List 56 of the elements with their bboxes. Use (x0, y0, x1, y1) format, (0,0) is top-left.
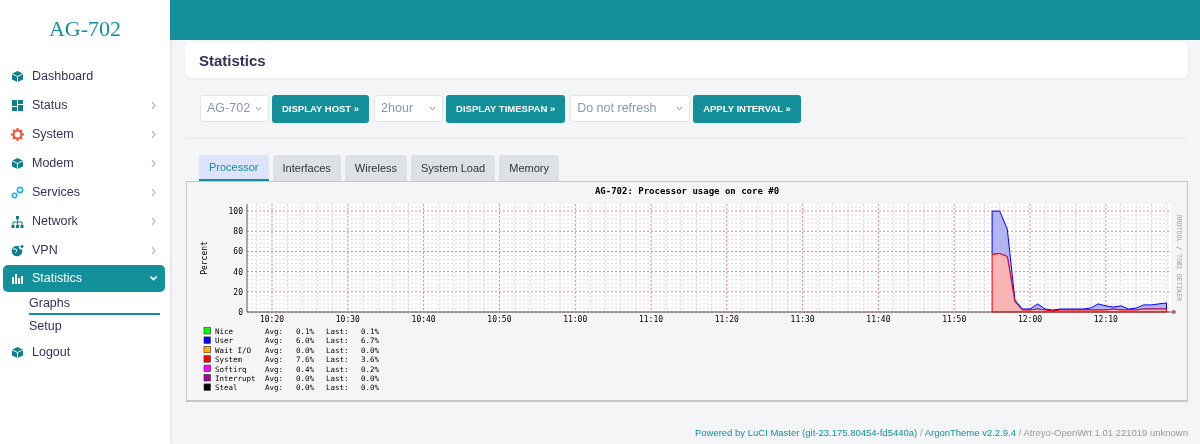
y-tick-label: 80 (233, 227, 243, 237)
menu-item[interactable]: Services (3, 178, 165, 207)
action-button[interactable]: APPLY INTERVAL » (693, 95, 801, 123)
y-axis-label: Percent (200, 241, 209, 275)
x-tick-label: 10:40 (411, 315, 436, 324)
tab[interactable]: Wireless (344, 155, 407, 181)
gear-icon (11, 128, 24, 141)
caret-icon (429, 106, 437, 111)
caret-icon (255, 106, 262, 111)
x-tick-label: 11:10 (638, 315, 664, 324)
y-tick-label: 60 (233, 247, 243, 257)
tab[interactable]: System Load (411, 155, 496, 181)
x-tick-label: 11:00 (563, 315, 588, 324)
footer-text: / (919, 427, 923, 438)
menu-item[interactable]: Dashboard (3, 62, 165, 91)
x-tick-label: 12:00 (1017, 315, 1043, 324)
bar-chart-icon (11, 272, 24, 285)
footer-text: / Atreyo-OpenWrt 1.01 221019 unknown (1018, 427, 1188, 438)
footer-link[interactable]: Powered by LuCI Master (git-23.175.80454-fd5440a) (694, 427, 918, 438)
submenu-item[interactable]: Setup (29, 315, 160, 338)
footer-link[interactable]: ArgonTheme v2.2.9.4 (924, 427, 1016, 438)
menu-item[interactable]: VPN (3, 236, 165, 265)
x-tick-label: 11:50 (942, 315, 967, 324)
tab[interactable]: Interfaces (272, 155, 341, 181)
menu-item[interactable]: Statistics (3, 265, 165, 292)
grid-icon (11, 99, 24, 112)
x-tick-label: 11:40 (866, 315, 891, 324)
page-title: Statistics (199, 51, 267, 71)
x-tick-label: 10:30 (335, 315, 360, 324)
action-button[interactable]: DISPLAY HOST » (272, 95, 370, 123)
menu-item[interactable]: Network (3, 207, 165, 236)
tab[interactable]: Memory (499, 155, 559, 181)
x-tick-label: 11:30 (790, 315, 815, 324)
y-tick-label: 40 (233, 267, 243, 277)
action-button[interactable]: DISPLAY TIMESPAN » (446, 95, 566, 123)
chart-title: AG-702: Processor usage on core #0 (594, 186, 780, 196)
caret-icon (676, 106, 684, 111)
x-tick-label: 10:20 (259, 315, 285, 324)
logo: AG-702 (47, 15, 123, 43)
menu-item[interactable]: Logout (3, 338, 165, 367)
menu-item[interactable]: Status (3, 91, 165, 120)
y-tick-label: 0 (238, 308, 243, 317)
menu-item[interactable]: Modem (3, 149, 165, 178)
x-tick-label: 10:50 (487, 315, 512, 324)
cube-icon (11, 346, 24, 359)
cube-icon (11, 157, 24, 170)
submenu-item[interactable]: Graphs (29, 292, 160, 315)
y-tick-label: 100 (228, 207, 243, 217)
gears-icon (11, 186, 24, 199)
network-icon (11, 215, 24, 228)
globe-icon (11, 244, 24, 257)
cube-icon (11, 70, 24, 83)
x-tick-label: 12:10 (1093, 315, 1118, 324)
y-tick-label: 20 (233, 287, 243, 297)
menu-item[interactable]: System (3, 120, 165, 149)
x-tick-label: 11:20 (714, 315, 739, 324)
